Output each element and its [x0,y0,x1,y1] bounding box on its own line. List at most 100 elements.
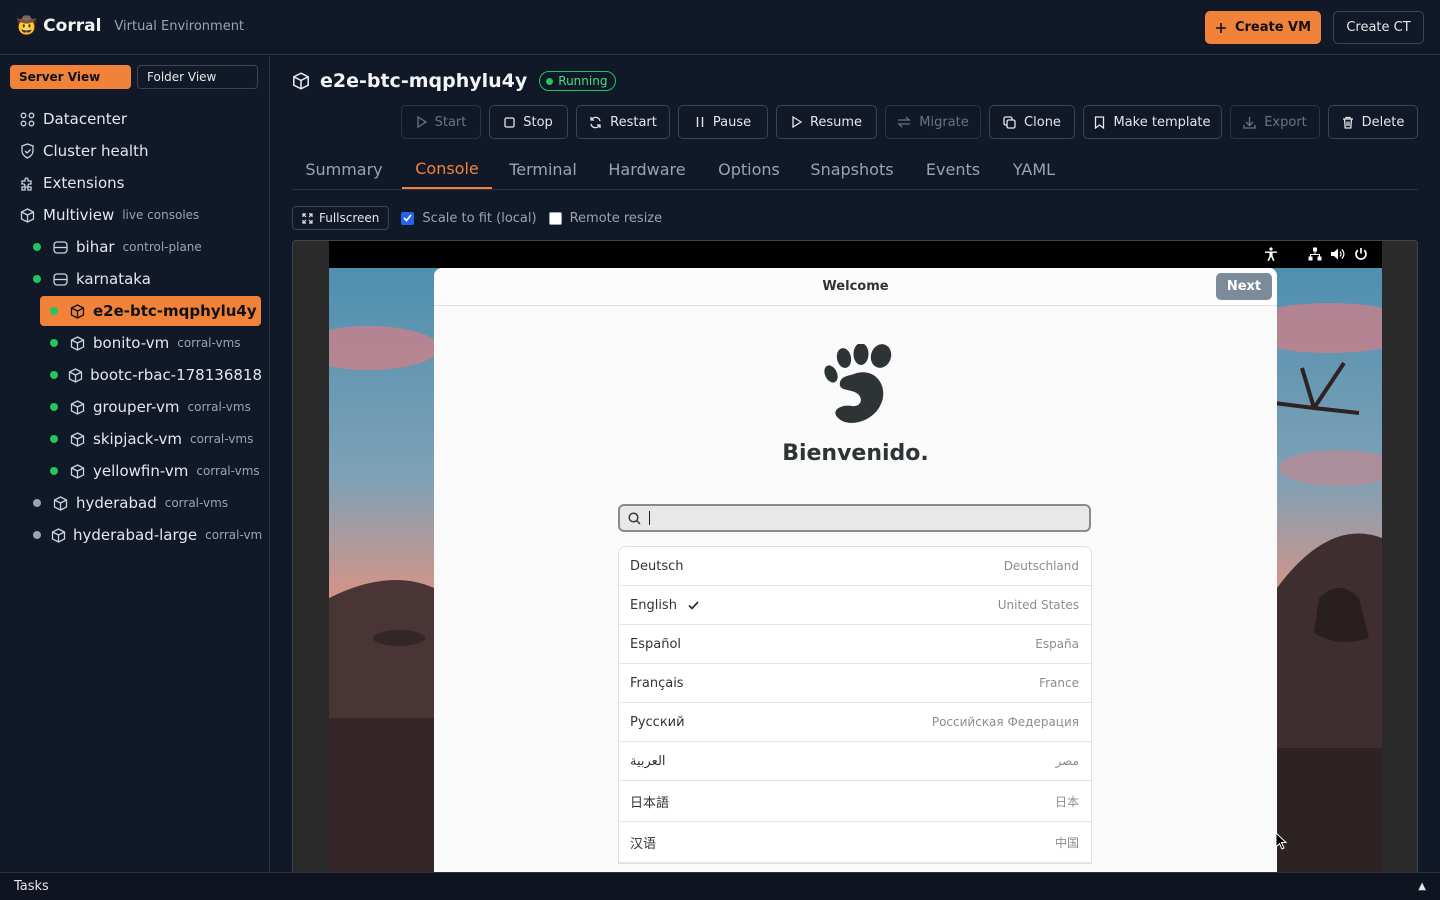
sidebar-vm-skipjack-vm[interactable]: skipjack-vm corral-vms [8,424,262,454]
language-region: United States [997,598,1079,612]
language-row-english[interactable]: English United States [619,586,1091,625]
language-region: 中国 [1054,835,1079,850]
server-view-button[interactable]: Server View [10,65,131,89]
guest-top-bar [329,241,1382,268]
tasks-bar[interactable]: Tasks ▲ [0,872,1440,900]
pause-button[interactable]: Pause [678,105,768,139]
export-button[interactable]: Export [1230,105,1320,139]
language-row-espanol[interactable]: Español España [619,625,1091,664]
vm-sublabel: corral-vms [187,400,251,414]
vm-cube-icon [68,462,86,480]
stop-label: Stop [523,114,553,130]
tab-options[interactable]: Options [704,150,794,189]
welcome-header: Welcome Next [434,268,1277,306]
expand-tasks-icon[interactable]: ▲ [1418,881,1426,892]
language-row-japanese[interactable]: 日本語 日本 [619,781,1091,822]
remote-resize-checkbox[interactable] [548,211,562,225]
sidebar-item-extensions[interactable]: Extensions [8,168,262,198]
running-status-dot [50,307,58,315]
language-search-input[interactable] [618,504,1091,532]
folder-view-button[interactable]: Folder View [137,65,258,89]
sidebar-item-label: Datacenter [43,110,128,128]
stop-button[interactable]: Stop [489,105,568,139]
node-sublabel: control-plane [122,240,202,254]
create-vm-label: Create VM [1234,20,1312,35]
text-caret [649,511,650,525]
node-label: bihar [76,238,115,256]
expand-icon [302,212,313,224]
language-row-chinese[interactable]: 汉语 中国 [619,822,1091,863]
migrate-button[interactable]: Migrate [885,105,981,139]
sidebar-vm-yellowfin-vm[interactable]: yellowfin-vm corral-vms [8,456,262,486]
vm-label: grouper-vm [93,398,180,416]
create-vm-button[interactable]: Create VM [1205,11,1321,44]
power-icon[interactable] [1354,247,1368,261]
make-template-label: Make template [1113,114,1211,130]
make-template-button[interactable]: Make template [1083,105,1222,139]
sidebar-item-label: Extensions [43,174,125,192]
play-icon [416,116,427,128]
volume-icon[interactable] [1330,247,1345,261]
sidebar-vm-grouper-vm[interactable]: grouper-vm corral-vms [8,392,262,422]
language-row-francais[interactable]: Français France [619,664,1091,703]
language-name: English [630,597,677,613]
sidebar-node-hyderabad[interactable]: hyderabad corral-vms [8,488,262,518]
language-row-arabic[interactable]: العربية مصر [619,742,1091,781]
sidebar-item-multiview[interactable]: Multiview live consoles [8,200,262,230]
create-ct-button[interactable]: Create CT [1333,11,1424,44]
vm-cube-icon [68,430,86,448]
sidebar-vm-bonito-vm[interactable]: bonito-vm corral-vms [8,328,262,358]
tab-summary[interactable]: Summary [292,150,396,189]
vm-cube-icon [51,494,69,512]
tasks-label: Tasks [14,879,49,894]
delete-button[interactable]: Delete [1328,105,1418,139]
language-name: 日本語 [630,795,670,811]
tab-yaml[interactable]: YAML [1000,150,1068,189]
sidebar-vm-e2e-btc-mqphylu4y[interactable]: e2e-btc-mqphylu4y [40,296,261,326]
delete-label: Delete [1361,114,1405,130]
sidebar-item-datacenter[interactable]: Datacenter [8,104,262,134]
language-region: مصر [1055,754,1079,768]
language-row-russian[interactable]: Русский Российская Федерация [619,703,1091,742]
vnc-console[interactable]: Welcome Next Bienvenido. Deutsch Deutsch… [292,240,1418,872]
tab-bar: Summary Console Terminal Hardware Option… [292,150,1418,190]
sidebar-vm-bootc-rbac[interactable]: bootc-rbac-178136818 [8,360,262,390]
grid-icon [18,110,36,128]
running-status-dot [50,467,58,475]
tab-hardware[interactable]: Hardware [596,150,698,189]
remote-resize-label: Remote resize [569,210,663,226]
restart-icon [590,116,601,128]
accessibility-icon[interactable] [1264,247,1278,262]
brand[interactable]: 🤠 Corral Virtual Environment [16,16,244,36]
sidebar-item-cluster-health[interactable]: Cluster health [8,136,262,166]
tab-terminal[interactable]: Terminal [498,150,588,189]
tab-events[interactable]: Events [912,150,994,189]
vm-title: e2e-btc-mqphylu4y [320,70,528,92]
language-name: Français [630,675,684,691]
sidebar-node-karnataka[interactable]: karnataka [8,264,262,294]
scale-to-fit-checkbox[interactable] [401,211,415,225]
search-icon [628,511,641,525]
fullscreen-button[interactable]: Fullscreen [292,206,390,230]
network-icon[interactable] [1308,247,1322,261]
resume-button[interactable]: Resume [776,105,877,139]
sidebar-node-hyderabad-large[interactable]: hyderabad-large corral-vms [8,520,262,550]
guest-screen[interactable]: Welcome Next Bienvenido. Deutsch Deutsch… [329,241,1382,872]
puzzle-icon [18,174,36,192]
tab-console[interactable]: Console [402,150,492,189]
next-button[interactable]: Next [1216,273,1272,300]
trash-icon [1342,116,1353,129]
vm-header: e2e-btc-mqphylu4y Running [292,70,617,92]
vm-label: yellowfin-vm [93,462,189,480]
cowboy-logo-icon: 🤠 [16,16,38,36]
language-row-deutsch[interactable]: Deutsch Deutschland [619,547,1091,586]
restart-button[interactable]: Restart [576,105,670,139]
clone-button[interactable]: Clone [989,105,1075,139]
language-name-group: English [630,598,699,613]
start-button[interactable]: Start [401,105,481,139]
node-label: karnataka [76,270,151,288]
migrate-arrows-icon [897,116,911,128]
sidebar-node-bihar[interactable]: bihar control-plane [8,232,262,262]
tab-snapshots[interactable]: Snapshots [800,150,904,189]
running-status-dot [50,403,58,411]
